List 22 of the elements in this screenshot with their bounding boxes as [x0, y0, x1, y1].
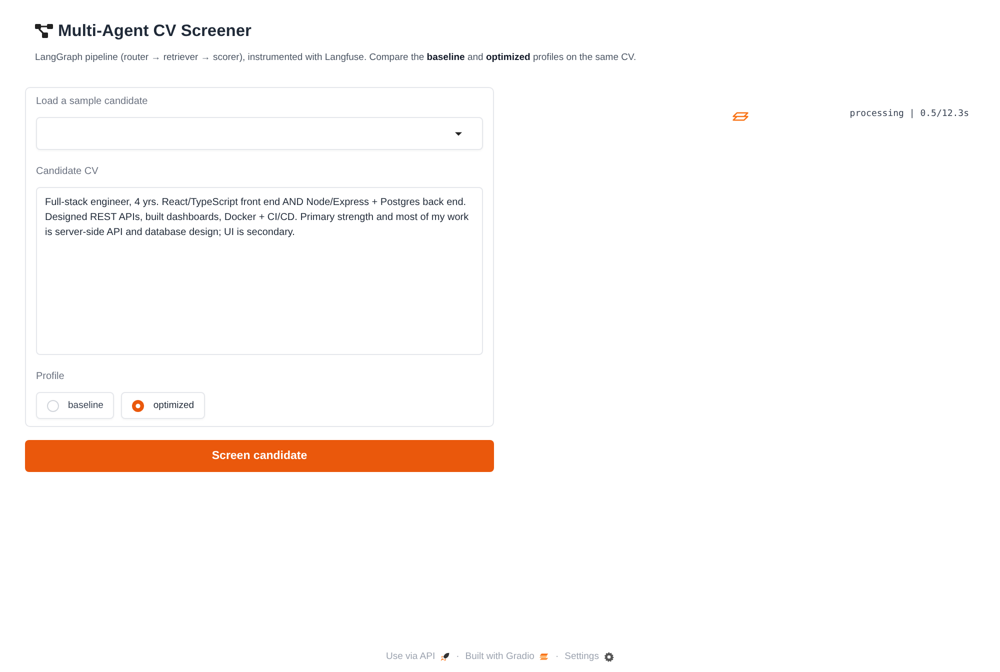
footer-separator: ·	[555, 651, 559, 662]
footer-link[interactable]: Use via API	[386, 651, 450, 662]
profile-option[interactable]: baseline	[36, 392, 114, 419]
caret-icon	[455, 132, 462, 136]
layers-logo-icon	[539, 652, 550, 662]
app-description: LangGraph pipeline (router → retriever → scorer), instrumented with Langfuse. Compare the baseline and optimized profiles on the same CV.	[35, 51, 638, 64]
layers-icon	[732, 112, 749, 121]
field-label: Load a sample candidate	[36, 95, 149, 109]
settings-icon	[604, 652, 614, 662]
footer-link[interactable]: Settings	[564, 651, 614, 662]
field-label: Candidate CV	[36, 165, 100, 179]
cv-text-field[interactable]: Full-stack engineer, 4 yrs. React/TypeScript front end AND Node/Express + Postgres back end. Designed REST APIs, built dashboards, Docker + CI/CD. Primary strength and most of my work is server-side API and database design; UI is secondary.	[36, 187, 483, 355]
progress-status: processing | 0.5/12.3s	[850, 108, 969, 121]
field-label: Profile	[36, 370, 66, 384]
profile-option[interactable]: optimized	[121, 392, 206, 419]
sample-dropdown[interactable]	[36, 117, 483, 150]
footer-separator: ·	[456, 651, 460, 662]
app-title: Multi-Agent CV Screener	[58, 21, 252, 42]
footer-link[interactable]: Built with Gradio	[465, 651, 550, 662]
screen-candidate-button[interactable]: Screen candidate	[25, 440, 494, 472]
node-graph-icon	[35, 24, 53, 38]
rocket-icon	[440, 652, 450, 662]
